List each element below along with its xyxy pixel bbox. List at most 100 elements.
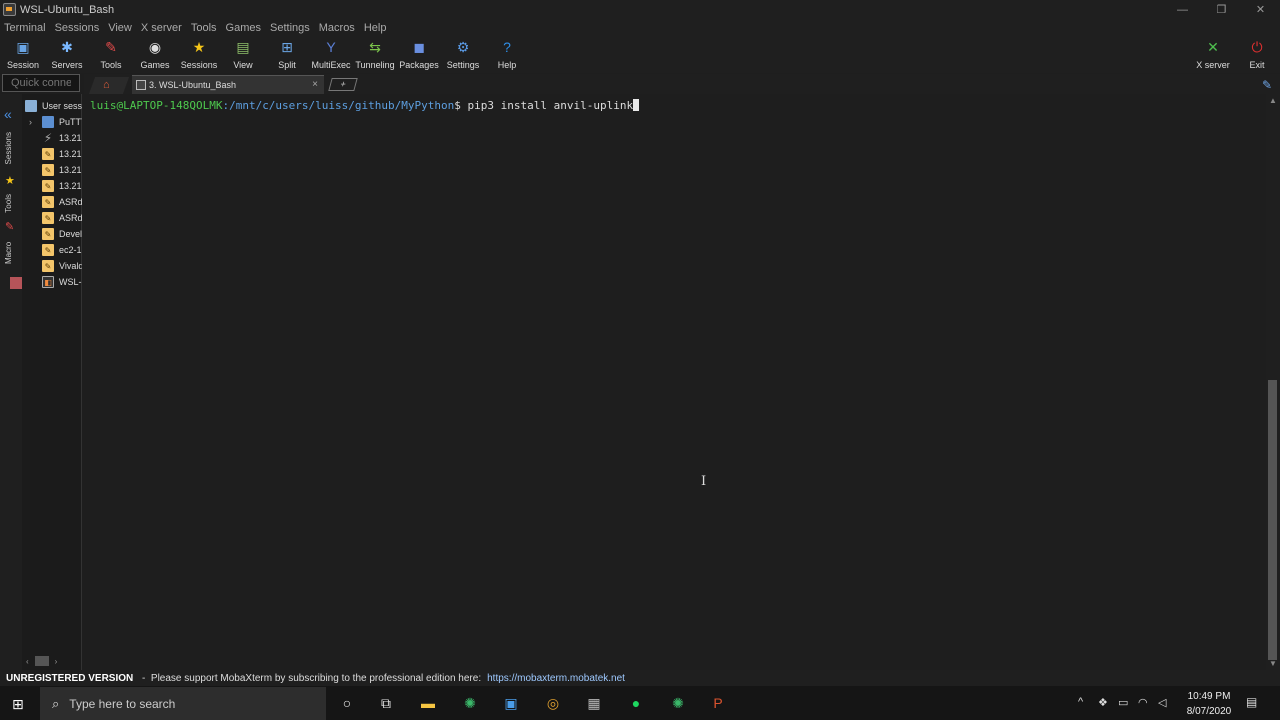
home-icon[interactable]: ⌂ xyxy=(103,79,110,91)
scroll-right-icon[interactable]: › xyxy=(55,657,58,666)
vtab-sessions[interactable]: Sessions xyxy=(4,132,18,164)
wifi-icon[interactable]: ◠ xyxy=(1138,696,1148,709)
scrollbar-thumb[interactable] xyxy=(1268,380,1277,660)
menu-x-server[interactable]: X server xyxy=(137,22,187,34)
toolbar-help-button[interactable]: ? Help xyxy=(485,36,529,73)
volume-icon[interactable]: ◁ xyxy=(1158,696,1166,709)
prompt-symbol: $ xyxy=(454,99,468,112)
quick-connect-input[interactable] xyxy=(2,74,80,92)
toolbar-label: Tunneling xyxy=(355,60,395,70)
menu-view[interactable]: View xyxy=(104,22,137,34)
close-button[interactable]: ✕ xyxy=(1241,0,1280,19)
session-tree-item[interactable]: ✎ 13.21 xyxy=(22,162,82,178)
spotify-icon[interactable]: ● xyxy=(626,693,646,713)
dropbox-icon[interactable]: ❖ xyxy=(1098,696,1108,709)
star-icon[interactable]: ★ xyxy=(5,174,15,187)
session-label: Devel xyxy=(59,229,82,239)
menu-tools[interactable]: Tools xyxy=(187,22,222,34)
menu-help[interactable]: Help xyxy=(360,22,392,34)
mobaxterm-taskbar-icon[interactable]: ▦ xyxy=(584,693,604,713)
ssh-session-icon: ✎ xyxy=(42,260,54,272)
toolbar-x-server-button[interactable]: ✕ X server xyxy=(1191,36,1235,73)
terminal-scrollbar[interactable]: ▲ ▼ xyxy=(1266,94,1280,670)
toolbar-label: Session xyxy=(6,60,40,70)
toolbar-settings-button[interactable]: ⚙ Settings xyxy=(441,36,485,73)
tab-wsl-ubuntu-bash[interactable]: 3. WSL-Ubuntu_Bash × xyxy=(132,75,324,94)
session-tree-item[interactable]: ✎ Devel xyxy=(22,226,82,242)
windows-start-icon[interactable]: ⊞ xyxy=(12,696,24,713)
scroll-thumb[interactable] xyxy=(34,656,49,666)
toolbar-packages-button[interactable]: ◼ Packages xyxy=(397,36,441,73)
toolbar-tunneling-button[interactable]: ⇆ Tunneling xyxy=(353,36,397,73)
session-tree-item[interactable]: › PuTTY sessions xyxy=(22,114,82,130)
session-tree-item[interactable]: User sessions xyxy=(22,98,82,114)
search-placeholder: Type here to search xyxy=(69,696,176,711)
mobaxterm-icon xyxy=(3,3,16,16)
session-tree-item[interactable]: ✎ ASRd xyxy=(22,210,82,226)
session-label: PuTTY sessions xyxy=(59,117,82,127)
battery-icon[interactable]: ▭ xyxy=(1118,696,1128,709)
menu-settings[interactable]: Settings xyxy=(266,22,315,34)
scroll-left-icon[interactable]: ‹ xyxy=(26,657,29,666)
minimize-button[interactable]: — xyxy=(1163,0,1202,19)
session-tree-item[interactable]: ✎ Vivald xyxy=(22,258,82,274)
toolbar-servers-button[interactable]: ✱ Servers xyxy=(45,36,89,73)
collapse-sidebar-icon[interactable]: « xyxy=(4,106,12,122)
menu-terminal[interactable]: Terminal xyxy=(0,22,51,34)
tab-bar: ⌂ 3. WSL-Ubuntu_Bash × + ✎ xyxy=(84,74,1280,94)
window-controls: — ❐ ✕ xyxy=(1163,0,1280,19)
mobaxterm-link[interactable]: https://mobaxterm.mobatek.net xyxy=(487,673,625,684)
menu-macros[interactable]: Macros xyxy=(315,22,360,34)
star-icon: ★ xyxy=(192,38,206,55)
atom-app-icon[interactable]: ✺ xyxy=(460,693,480,713)
file-explorer-icon[interactable]: ▬ xyxy=(418,693,438,713)
ssh-session-icon: ✎ xyxy=(42,212,54,224)
toolbar-tools-button[interactable]: ✎ Tools xyxy=(89,36,133,73)
toolbar-exit-button[interactable]: ⏻ Exit xyxy=(1235,36,1279,73)
chrome-icon[interactable]: ◎ xyxy=(543,693,563,713)
tray-chevron-icon[interactable]: ^ xyxy=(1078,696,1083,708)
network-session-icon: ⚡ xyxy=(43,131,53,145)
new-tab-button[interactable]: + xyxy=(328,78,358,91)
session-tree-item[interactable]: ◧ WSL- xyxy=(22,274,82,290)
session-tree-item[interactable]: ⚡ 13.21 xyxy=(22,130,82,146)
session-tree-item[interactable]: ✎ ASRd xyxy=(22,194,82,210)
cortana-icon[interactable]: ○ xyxy=(337,693,357,713)
toolbar-session-button[interactable]: ▣ Session xyxy=(1,36,45,73)
stop-record-icon[interactable] xyxy=(10,277,22,289)
expand-icon[interactable]: › xyxy=(29,117,32,127)
tools-icon[interactable]: ✎ xyxy=(5,220,14,233)
toolbar-view-button[interactable]: ▤ View xyxy=(221,36,265,73)
sessions-hscroll[interactable]: ‹ › xyxy=(22,655,82,667)
menu-sessions[interactable]: Sessions xyxy=(51,22,105,34)
scroll-down-icon[interactable]: ▼ xyxy=(1269,659,1277,668)
terminal-area[interactable]: luis@LAPTOP-148QOLMK:/mnt/c/users/luiss/… xyxy=(83,94,1266,670)
vtab-macros[interactable]: Macros xyxy=(4,242,18,264)
session-tree-item[interactable]: ✎ 13.21 xyxy=(22,146,82,162)
taskbar-clock[interactable]: 10:49 PM 8/07/2020 xyxy=(1178,689,1240,719)
restore-button[interactable]: ❐ xyxy=(1202,0,1241,19)
session-tree-item[interactable]: ✎ 13.21 xyxy=(22,178,82,194)
scroll-up-icon[interactable]: ▲ xyxy=(1269,96,1277,105)
menu-games[interactable]: Games xyxy=(222,22,266,34)
vtab-tools[interactable]: Tools xyxy=(4,194,18,213)
tab-close-icon[interactable]: × xyxy=(312,79,318,90)
app-window-icon[interactable]: ▣ xyxy=(501,693,521,713)
session-tree-item[interactable]: ✎ ec2-1 xyxy=(22,242,82,258)
toolbar-games-button[interactable]: ◉ Games xyxy=(133,36,177,73)
notification-icon[interactable]: ▤ xyxy=(1246,695,1257,709)
session-label: ASRd xyxy=(59,213,82,223)
task-view-icon[interactable]: ⧉ xyxy=(376,693,396,713)
attach-icon[interactable]: ✎ xyxy=(1262,78,1272,92)
toolbar-sessions-button[interactable]: ★ Sessions xyxy=(177,36,221,73)
ssh-session-icon: ✎ xyxy=(42,180,54,192)
session-label: 13.21 xyxy=(59,165,82,175)
unregistered-label: UNREGISTERED VERSION xyxy=(6,672,134,684)
terminal-line: luis@LAPTOP-148QOLMK:/mnt/c/users/luiss/… xyxy=(90,99,1266,112)
powerpoint-icon[interactable]: P xyxy=(708,693,728,713)
taskbar-search[interactable]: ⌕ Type here to search xyxy=(40,687,326,720)
toolbar-multiexec-button[interactable]: Y MultiExec xyxy=(309,36,353,73)
toolbar-split-button[interactable]: ⊞ Split xyxy=(265,36,309,73)
session-icon: ▣ xyxy=(16,38,30,55)
atom-app-icon-2[interactable]: ✺ xyxy=(668,693,688,713)
